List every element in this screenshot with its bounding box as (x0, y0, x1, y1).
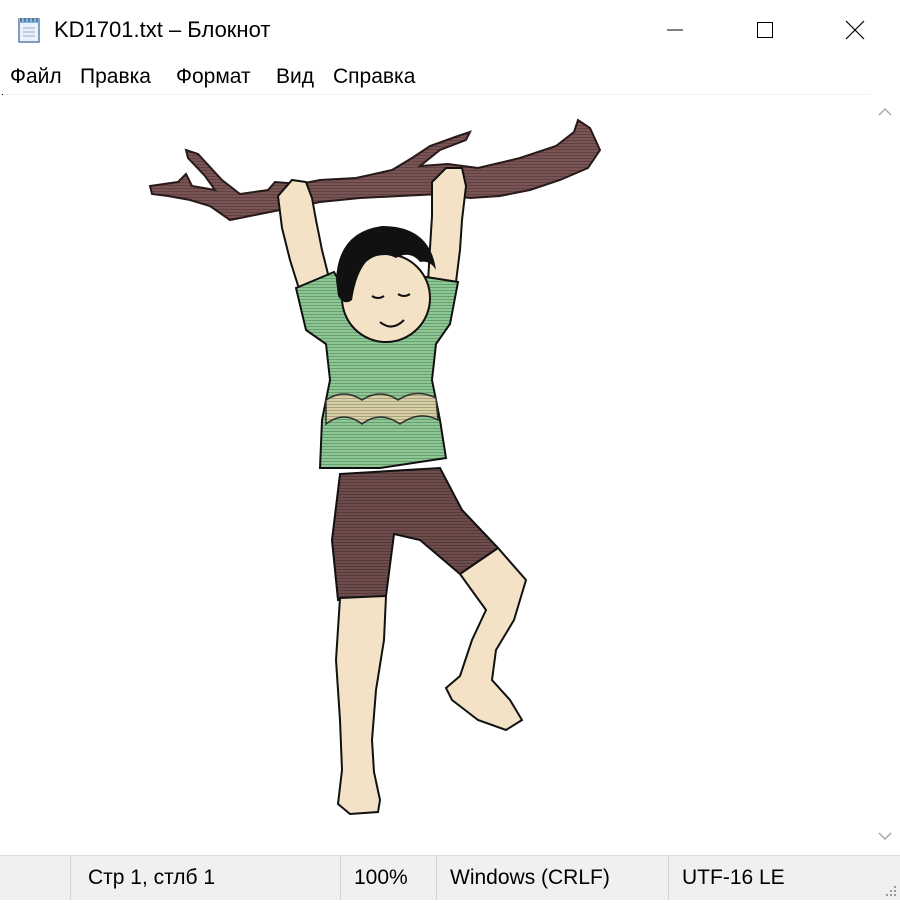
status-encoding: UTF-16 LE (682, 866, 785, 889)
chevron-down-icon (877, 828, 893, 846)
status-zoom: 100% (354, 866, 408, 889)
status-bar: Стр 1, стлб 1 100% Windows (CRLF) UTF-16… (0, 855, 900, 900)
close-icon (844, 19, 866, 41)
minimize-icon (665, 20, 685, 40)
maximize-icon (755, 20, 775, 40)
branch-shape (148, 118, 602, 222)
menu-format[interactable]: Формат (176, 65, 251, 89)
menu-help[interactable]: Справка (333, 65, 415, 89)
notepad-icon (16, 16, 44, 44)
vertical-scrollbar[interactable] (870, 95, 900, 855)
ascii-art-picture (148, 118, 602, 816)
resize-grip-icon[interactable] (882, 882, 898, 898)
scroll-down-button[interactable] (870, 819, 900, 855)
notepad-window: KD1701.txt – Блокнот Файл Правка Формат … (0, 0, 900, 900)
scroll-up-button[interactable] (870, 95, 900, 131)
text-edit-area[interactable] (0, 95, 870, 855)
window-title: KD1701.txt – Блокнот (54, 17, 271, 42)
close-button[interactable] (810, 0, 900, 60)
title-bar[interactable]: KD1701.txt – Блокнот (0, 0, 900, 60)
status-cursor-position: Стр 1, стлб 1 (88, 866, 216, 889)
menu-view[interactable]: Вид (276, 65, 314, 89)
menu-bar: Файл Правка Формат Вид Справка (0, 60, 900, 94)
minimize-button[interactable] (630, 0, 720, 60)
status-line-endings: Windows (CRLF) (450, 866, 610, 889)
chevron-up-icon (877, 104, 893, 122)
menu-file[interactable]: Файл (10, 65, 62, 89)
status-divider (70, 856, 71, 900)
head-shape (336, 226, 436, 343)
maximize-button[interactable] (720, 0, 810, 60)
menu-edit[interactable]: Правка (80, 65, 151, 89)
